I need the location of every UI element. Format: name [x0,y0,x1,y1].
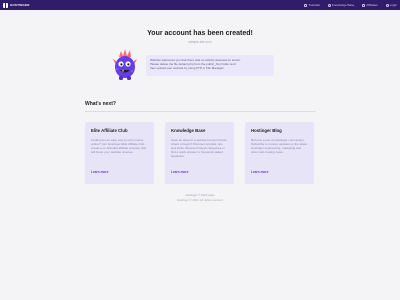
card-title: Hostinger Blog [251,128,282,133]
user-icon [385,3,389,7]
hostinger-logo-icon [3,2,8,8]
card-title: Elite Affiliate Club [91,128,128,133]
card-hostinger-blog: Hostinger Blog Become a part of Hostinge… [245,122,314,184]
welcome-line: then upload your website by using FTP or… [150,66,225,70]
footer-text: Hostinger © 2024 page [185,193,215,197]
nav-item-login[interactable]: Login [385,2,397,8]
lightbulb-icon [327,3,331,7]
nav-item-label: Tutorials [308,3,320,7]
monster-mascot-illustration [113,49,137,80]
nav-item-affiliates[interactable]: Affiliates [362,2,378,8]
card-description: Looking for an easy way to earn money on… [91,138,146,154]
top-header-bar: HOSTINGER Tutorials Knowledge Base Affil… [0,0,400,10]
card-elite-affiliate-club: Elite Affiliate Club Looking for an easy… [85,122,154,184]
nav-item-tutorials[interactable]: Tutorials [304,2,320,8]
card-knowledge-base: Knowledge Base Have an idea for a websit… [165,122,234,184]
footer-copyright: Hostinger © 2024. All rights reserved. [176,198,224,202]
hostinger-logo[interactable]: HOSTINGER [3,2,30,8]
welcome-message: Website welcomes you that there was no a… [146,55,274,76]
header-nav: Tutorials Knowledge Base Affiliates Logi… [304,2,397,8]
nav-item-label: Affiliates [366,3,378,7]
nav-item-label: Knowledge Base [331,3,355,7]
card-description: Have an idea for a website but don't kno… [171,138,227,158]
learn-more-link[interactable]: Learn more [171,170,188,174]
handshake-icon [362,3,366,7]
domain-name: sample-site.com [188,40,212,44]
nav-item-knowledge-base[interactable]: Knowledge Base [327,2,355,8]
book-icon [304,3,308,7]
learn-more-link[interactable]: Learn more [91,170,108,174]
whats-next-heading: What's next? [85,101,116,107]
nav-item-label: Login [389,3,397,7]
page-title: Your account has been created! [147,30,253,37]
card-description: Become a part of Hostinger community! Su… [251,138,307,154]
card-title: Knowledge Base [171,128,206,133]
learn-more-link[interactable]: Learn more [251,170,268,174]
section-divider [85,111,316,112]
logo-text: HOSTINGER [10,2,30,7]
